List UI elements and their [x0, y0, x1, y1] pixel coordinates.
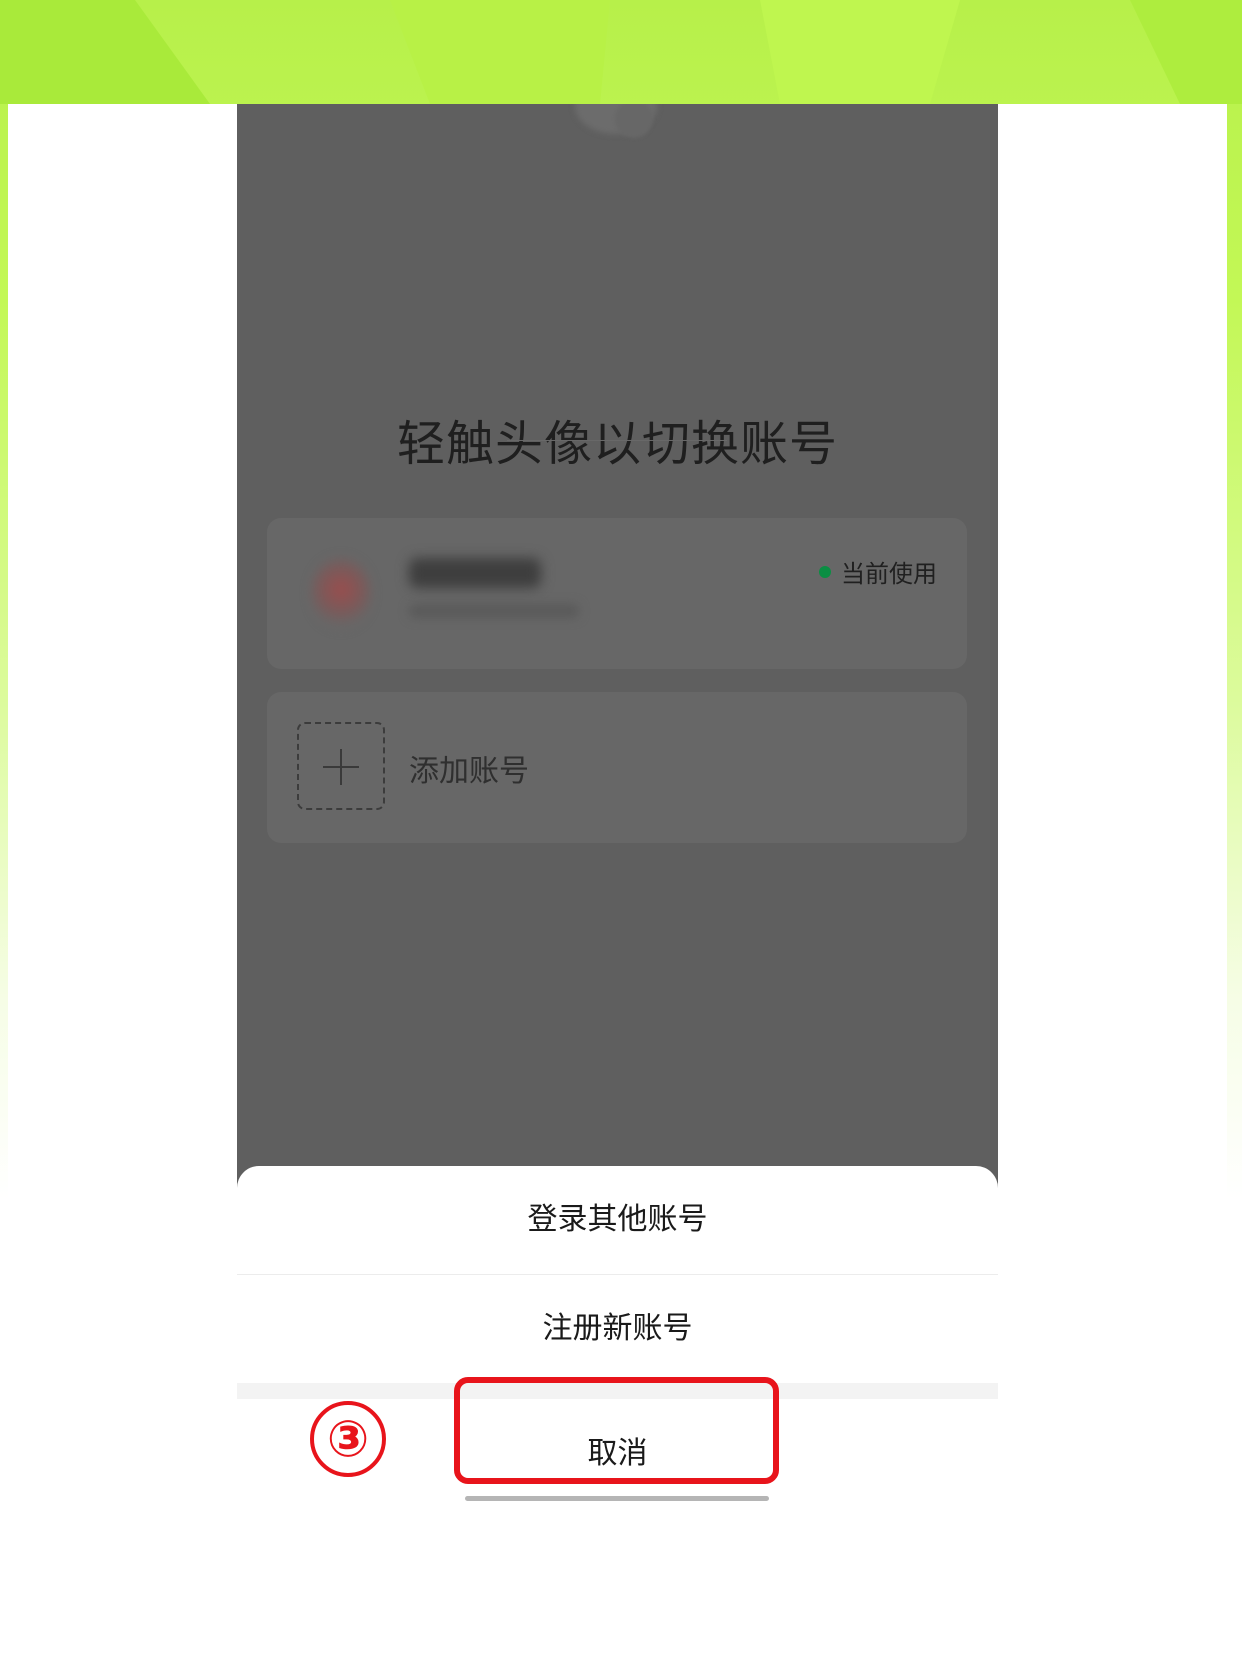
- background-stripes: [0, 0, 1242, 104]
- register-highlight-box: [454, 1377, 779, 1484]
- plus-icon[interactable]: [297, 722, 385, 810]
- title-divider: [507, 440, 727, 441]
- blurred-account-id: [409, 604, 579, 618]
- avatar[interactable]: [311, 558, 371, 628]
- status-label: 当前使用: [841, 560, 937, 588]
- step-number-badge: ③: [310, 1401, 386, 1477]
- status-badge: 当前使用: [819, 554, 937, 589]
- blurred-account-name: [409, 558, 541, 588]
- add-account-card[interactable]: 添加账号: [267, 692, 967, 843]
- dimmed-account-switcher: 轻触头像以切换账号 当前使用 添加账号: [237, 104, 998, 1404]
- switch-account-title: 轻触头像以切换账号: [396, 416, 838, 472]
- online-dot-icon: [819, 565, 831, 578]
- add-account-label: 添加账号: [409, 754, 529, 789]
- app-logo-icon-secondary: [615, 104, 653, 138]
- current-account-card[interactable]: 当前使用: [267, 518, 967, 669]
